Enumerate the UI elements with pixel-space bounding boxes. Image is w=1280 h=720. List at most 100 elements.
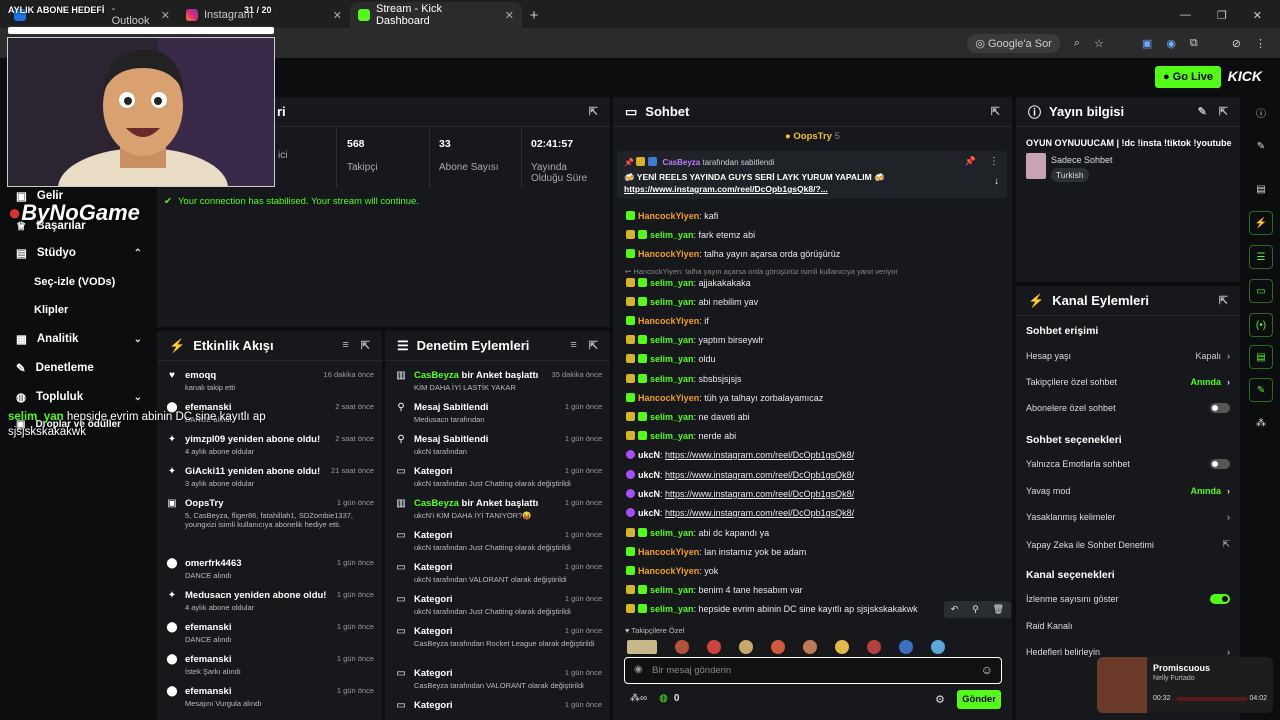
profile-icon[interactable]: ⊘ bbox=[1232, 37, 1241, 50]
emote-icon[interactable] bbox=[627, 640, 657, 654]
rail-chat-icon[interactable]: ▭ bbox=[1249, 279, 1273, 303]
chat-message[interactable]: selim_yan: sbsbsjsjsjs bbox=[626, 374, 1006, 384]
emote-icon[interactable] bbox=[739, 640, 753, 654]
chat-message[interactable]: selim_yan: abi nebilim yav bbox=[626, 297, 1006, 307]
chat-username[interactable]: selim_yan bbox=[650, 354, 694, 364]
moderation-item[interactable]: ⚲ Mesaj Sabitlendi ukcN tarafından 1 gün ön… bbox=[395, 434, 602, 456]
channel-action-row[interactable]: Takipçilere özel sohbet Anında › bbox=[1026, 377, 1230, 387]
google-ask-button[interactable]: ◎ Google'a Sor bbox=[967, 33, 1060, 53]
sidebar-item-studyo[interactable]: ▤ Stüdyo ⌃ bbox=[16, 246, 142, 260]
kick-logo[interactable]: KICK bbox=[1228, 68, 1262, 84]
rail-list-icon[interactable]: ☰ bbox=[1249, 245, 1273, 269]
chat-username[interactable]: HancockYiyen bbox=[638, 547, 699, 557]
chat-message[interactable]: HancockYiyen: kafi bbox=[626, 211, 1006, 221]
chat-message[interactable]: HancockYiyen: tüh ya talhayı zorbalayamı… bbox=[626, 393, 1006, 403]
moderation-item[interactable]: ▭ Kategori CasBeyza tarafından VALORANT ol… bbox=[395, 668, 602, 690]
send-button[interactable]: Gönder bbox=[957, 690, 1001, 709]
chat-username[interactable]: HancockYiyen bbox=[638, 393, 699, 403]
moderation-item[interactable]: ▭ Kategori ukcN tarafından VALORANT olarak… bbox=[395, 562, 602, 584]
activity-item[interactable]: ⬤ efemanski İstek Şarkı alındı 1 gün önce bbox=[166, 654, 374, 676]
chat-username[interactable]: selim_yan bbox=[650, 431, 694, 441]
chat-text[interactable]: https://www.instagram.com/reel/DcOpb1gsQ… bbox=[665, 489, 854, 499]
activity-item[interactable]: ⬤ omerfrk4463 DANCE alındı 1 gün önce bbox=[166, 558, 374, 580]
chat-username[interactable]: selim_yan bbox=[650, 297, 694, 307]
reply-icon[interactable]: ↶ bbox=[951, 604, 959, 615]
filter-icon[interactable]: ≡ bbox=[570, 339, 576, 352]
chat-message[interactable]: ukcN: https://www.instagram.com/reel/DcO… bbox=[626, 489, 1006, 499]
activity-item[interactable]: ▣ OopsTry 5, CasBeyza, fliger86, fatahilla… bbox=[166, 498, 374, 529]
chat-username[interactable]: selim_yan bbox=[650, 412, 694, 422]
chat-message[interactable]: HancockYiyen: yok bbox=[626, 566, 1006, 576]
rail-info-icon[interactable]: ⓘ bbox=[1249, 100, 1273, 124]
popout-icon[interactable]: ⇱ bbox=[991, 105, 1000, 118]
close-icon[interactable]: ✕ bbox=[333, 9, 342, 22]
chat-username[interactable]: ukcN bbox=[638, 450, 660, 460]
rail-bolt-icon[interactable]: ⚡ bbox=[1249, 211, 1273, 235]
more-icon[interactable]: ⋮ bbox=[989, 156, 999, 167]
chat-message[interactable]: selim_yan: oldu bbox=[626, 354, 1006, 364]
emote-icon[interactable] bbox=[675, 640, 689, 654]
chat-text[interactable]: https://www.instagram.com/reel/DcOpb1gsQ… bbox=[665, 470, 854, 480]
sidebar-sub-clips[interactable]: Klipler bbox=[34, 304, 68, 316]
chat-message[interactable]: HancockYiyen: talha yayın açarsa orda gö… bbox=[626, 249, 1006, 259]
channel-action-row[interactable]: Abonelere özel sohbet bbox=[1026, 403, 1230, 413]
sidebar-item-topluluk[interactable]: ◍ Topluluk ⌄ bbox=[16, 390, 142, 404]
emote-icon[interactable] bbox=[931, 640, 945, 654]
popout-icon[interactable]: ⇱ bbox=[589, 105, 598, 118]
rail-community-icon[interactable]: ⁂ bbox=[1249, 411, 1273, 435]
activity-item[interactable]: ✦ GiAcki11 yeniden abone oldu! 3 aylık abo… bbox=[166, 466, 374, 488]
unpin-icon[interactable]: 📌 bbox=[965, 156, 976, 167]
channel-action-row[interactable]: Raid Kanalı bbox=[1026, 621, 1230, 631]
edit-icon[interactable]: ✎ bbox=[1198, 105, 1207, 118]
chat-username[interactable]: ukcN bbox=[638, 470, 660, 480]
chat-username[interactable]: selim_yan bbox=[650, 374, 694, 384]
channel-action-row[interactable]: Yavaş mod Anında › bbox=[1026, 486, 1230, 496]
chat-text[interactable]: https://www.instagram.com/reel/DcOpb1gsQ… bbox=[665, 508, 854, 518]
chat-message[interactable]: ukcN: https://www.instagram.com/reel/DcO… bbox=[626, 450, 1006, 460]
channel-action-row[interactable]: İzlenme sayısını göster bbox=[1026, 594, 1230, 604]
activity-item[interactable]: ✦ Medusacn yeniden abone oldu! 4 aylık abo… bbox=[166, 590, 374, 612]
chat-input[interactable]: ◉ Bir mesaj gönderin ☺ bbox=[624, 657, 1002, 684]
chat-settings-icon[interactable]: ◉ bbox=[634, 664, 643, 675]
zoom-icon[interactable]: ⌕ bbox=[1074, 37, 1080, 50]
sidebar-sub-vods[interactable]: Seç-izle (VODs) bbox=[34, 276, 115, 288]
filter-icon[interactable]: ≡ bbox=[342, 339, 348, 352]
top-gifter[interactable]: ● OopsTry 5 bbox=[785, 131, 840, 142]
popout-icon[interactable]: ⇱ bbox=[361, 339, 370, 352]
channel-action-row[interactable]: Yasaklanmış kelimeler › bbox=[1026, 512, 1230, 522]
channel-action-row[interactable]: Yalnızca Emotlarla sohbet bbox=[1026, 459, 1230, 469]
chat-username[interactable]: selim_yan bbox=[650, 604, 694, 614]
pinned-link[interactable]: https://www.instagram.com/reel/DcOpb1gsQ… bbox=[624, 184, 828, 194]
extensions-icon[interactable]: ⧉ bbox=[1190, 37, 1198, 50]
toggle-switch[interactable] bbox=[1210, 403, 1230, 413]
chat-username[interactable]: HancockYiyen bbox=[638, 211, 699, 221]
toggle-switch[interactable] bbox=[1210, 594, 1230, 604]
chat-username[interactable]: ukcN bbox=[638, 489, 660, 499]
infinity-icon[interactable]: ⁂∞ bbox=[630, 693, 647, 704]
tab-kick-dashboard[interactable]: Stream - Kick Dashboard ✕ bbox=[350, 2, 522, 28]
emoji-icon[interactable]: ☺ bbox=[981, 663, 993, 677]
chat-username[interactable]: selim_yan bbox=[650, 230, 694, 240]
bookmark-star-icon[interactable]: ☆ bbox=[1094, 37, 1104, 50]
close-window-icon[interactable]: ✕ bbox=[1253, 9, 1262, 22]
maximize-icon[interactable]: ❐ bbox=[1217, 9, 1227, 22]
emote-icon[interactable] bbox=[867, 640, 881, 654]
new-tab-button[interactable]: + bbox=[522, 2, 546, 28]
chat-message[interactable]: selim_yan: ne daveti abi bbox=[626, 412, 1006, 422]
moderation-item[interactable]: ▭ Kategori ukcN tarafından Just Chatting o… bbox=[395, 594, 602, 616]
chat-username[interactable]: selim_yan bbox=[650, 585, 694, 595]
moderation-item[interactable]: ⚲ Mesaj Sabitlendi Medusacn tarafından 1 gü… bbox=[395, 402, 602, 424]
rail-broadcast-icon[interactable]: (•) bbox=[1249, 313, 1273, 337]
chat-message[interactable]: ukcN: https://www.instagram.com/reel/DcO… bbox=[626, 470, 1006, 480]
chat-text[interactable]: https://www.instagram.com/reel/DcOpb1gsQ… bbox=[665, 450, 854, 460]
chat-message[interactable]: selim_yan: yaptım birseywlr bbox=[626, 335, 1006, 345]
channel-action-row[interactable]: Yapay Zeka ile Sohbet Denetimi ⇱ bbox=[1026, 539, 1230, 550]
popout-icon[interactable]: ⇱ bbox=[589, 339, 598, 352]
emote-icon[interactable] bbox=[899, 640, 913, 654]
popout-icon[interactable]: ⇱ bbox=[1219, 105, 1228, 118]
rail-stats-icon[interactable]: ▤ bbox=[1249, 177, 1273, 201]
settings-icon[interactable]: ⚙ bbox=[935, 693, 945, 706]
rail-edit-icon[interactable]: ✎ bbox=[1249, 134, 1273, 158]
chat-message[interactable]: ukcN: https://www.instagram.com/reel/DcO… bbox=[626, 508, 1006, 518]
emote-icon[interactable] bbox=[835, 640, 849, 654]
